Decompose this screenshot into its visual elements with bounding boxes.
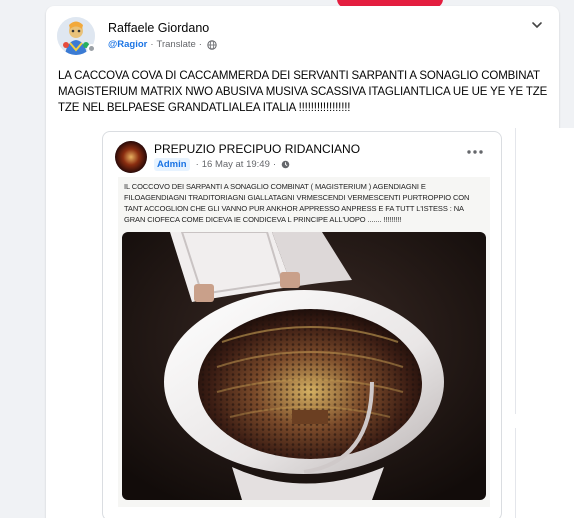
meta-separator: · [195, 159, 199, 170]
author-handle[interactable]: @Ragior [108, 39, 147, 50]
admin-badge: Admin [154, 158, 190, 171]
divider [515, 128, 516, 414]
chevron-down-icon[interactable] [530, 18, 544, 32]
meta-separator: · [150, 39, 154, 50]
meta-separator: · [272, 159, 277, 170]
shared-post-meta: Admin · 16 May at 19:49 · [154, 158, 290, 171]
post-meta: @Ragior · Translate · [108, 39, 217, 50]
post-text: LA CACCOVA COVA DI CACCAMMERDA DEI SERVA… [58, 70, 548, 114]
presence-indicator [87, 44, 96, 53]
clock-icon [281, 160, 290, 169]
globe-icon [207, 39, 217, 50]
shared-author-avatar[interactable] [115, 141, 147, 173]
side-panel [515, 128, 574, 518]
meta-separator: · [198, 39, 202, 50]
post-date[interactable]: 16 May at 19:49 [202, 159, 270, 170]
photo-illustration [122, 232, 486, 500]
author-name[interactable]: Raffaele Giordano [108, 21, 209, 35]
shared-author-name[interactable]: PREPUZIO PRECIPUO RIDANCIANO [154, 142, 360, 156]
toilet-parliament-photo[interactable] [122, 232, 486, 500]
more-options-icon[interactable] [466, 149, 484, 155]
divider [515, 428, 516, 518]
translate-link[interactable]: Translate [157, 39, 196, 50]
meme-caption: IL COCCOVO DEI SARPANTI A SONAGLIO COMBI… [124, 182, 470, 224]
